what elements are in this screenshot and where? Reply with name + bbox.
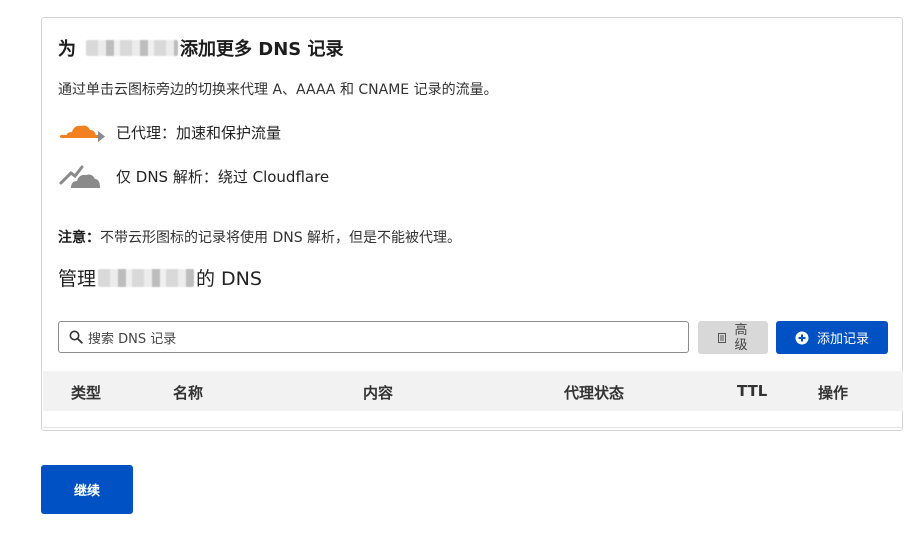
add-record-button[interactable]: 添加记录 [776,321,888,354]
card-title: 为 添加更多 DNS 记录 [58,35,344,61]
manage-heading: 管理 的 DNS [58,264,262,291]
table-divider [43,427,903,428]
document-icon [718,332,726,343]
manage-prefix: 管理 [58,268,97,290]
legend-proxied-label: 已代理：加速和保护流量 [116,123,282,142]
card-description: 通过单击云图标旁边的切换来代理 A、AAAA 和 CNAME 记录的流量。 [58,82,498,98]
header-content: 内容 [363,384,394,402]
search-icon [69,330,83,344]
title-prefix: 为 [58,39,76,60]
manage-suffix: 的 DNS [196,268,262,290]
continue-button[interactable]: 继续 [41,465,133,514]
legend-dns-only-label: 仅 DNS 解析：绕过 Cloudflare [116,167,330,186]
header-actions: 操作 [818,384,849,402]
title-suffix: 添加更多 DNS 记录 [180,39,344,60]
header-ttl: TTL [737,382,768,400]
proxied-cloud-icon [58,119,106,145]
table-header: 类型 名称 内容 代理状态 TTL 操作 [43,371,903,411]
note-body: 不带云形图标的记录将使用 DNS 解析，但是不能被代理。 [100,230,462,246]
legend-dns-only: 仅 DNS 解析：绕过 Cloudflare [58,163,329,189]
dns-only-cloud-icon [58,163,106,189]
header-proxy-status: 代理状态 [564,384,625,402]
note-label: 注意： [58,230,100,246]
redacted-domain [86,40,178,56]
search-input[interactable]: 搜索 DNS 记录 [58,321,689,353]
advanced-button[interactable]: 高级 [698,321,768,354]
advanced-button-label: 高级 [734,322,748,353]
dns-records-card: 为 添加更多 DNS 记录 通过单击云图标旁边的切换来代理 A、AAAA 和 C… [41,17,903,431]
add-record-button-label: 添加记录 [816,332,869,347]
plus-circle-icon [795,331,809,344]
search-placeholder: 搜索 DNS 记录 [88,331,177,347]
note-text: 注意：不带云形图标的记录将使用 DNS 解析，但是不能被代理。 [58,227,461,247]
legend-proxied: 已代理：加速和保护流量 [58,119,281,145]
redacted-domain-2 [98,268,195,287]
header-type: 类型 [71,384,102,402]
header-name: 名称 [173,384,204,402]
